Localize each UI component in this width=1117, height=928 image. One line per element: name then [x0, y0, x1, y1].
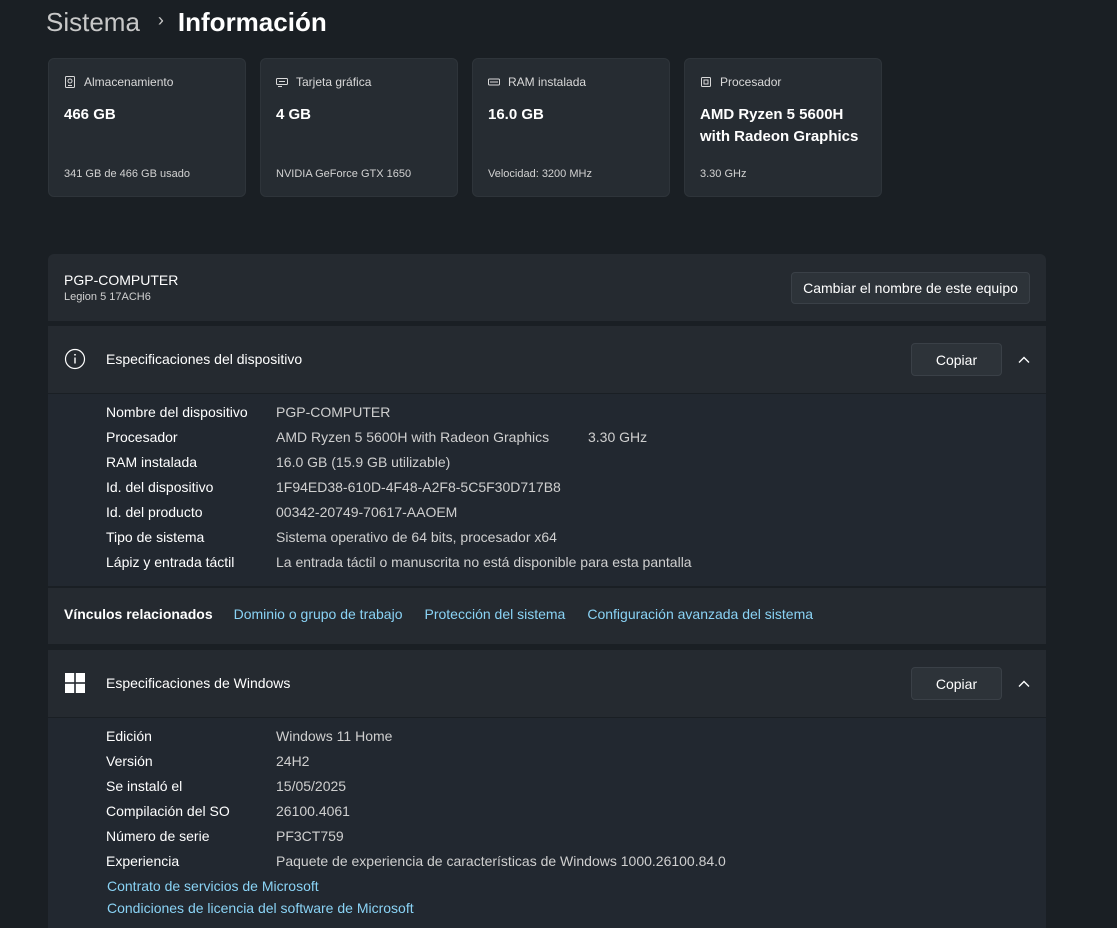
- card-title: Almacenamiento: [84, 75, 174, 89]
- spec-value: 26100.4061: [276, 803, 350, 819]
- spec-value: 16.0 GB (15.9 GB utilizable): [276, 454, 451, 470]
- link-system-protection[interactable]: Protección del sistema: [425, 606, 566, 622]
- spec-value: 15/05/2025: [276, 778, 347, 794]
- device-specs-body: Nombre del dispositivo PGP-COMPUTER Proc…: [48, 394, 1046, 586]
- info-icon: [64, 348, 86, 370]
- ram-icon: [488, 76, 500, 88]
- card-value: 466 GB: [64, 106, 116, 123]
- spec-label: Se instaló el: [106, 778, 183, 794]
- device-name-panel: PGP-COMPUTER Legion 5 17ACH6 Cambiar el …: [48, 254, 1046, 321]
- card-title: Procesador: [720, 75, 782, 89]
- copy-windows-specs-button[interactable]: Copiar: [911, 667, 1002, 700]
- windows-specs-title: Especificaciones de Windows: [106, 675, 291, 691]
- summary-cards: Almacenamiento 466 GB 341 GB de 466 GB u…: [48, 58, 882, 197]
- storage-icon: [64, 76, 76, 88]
- spec-label: Nombre del dispositivo: [106, 404, 248, 420]
- breadcrumb-sistema[interactable]: Sistema: [46, 7, 140, 38]
- spec-label: Id. del dispositivo: [106, 479, 214, 495]
- link-microsoft-services-agreement[interactable]: Contrato de servicios de Microsoft: [107, 878, 319, 894]
- spec-value: Windows 11 Home: [276, 728, 393, 744]
- card-ram: RAM instalada 16.0 GB Velocidad: 3200 MH…: [472, 58, 670, 197]
- link-domain-workgroup[interactable]: Dominio o grupo de trabajo: [234, 606, 403, 622]
- gpu-icon: [276, 76, 288, 88]
- spec-label: Tipo de sistema: [106, 529, 205, 545]
- device-name: PGP-COMPUTER: [64, 272, 179, 288]
- card-value: 16.0 GB: [488, 106, 544, 123]
- card-subtitle: 341 GB de 466 GB usado: [64, 168, 190, 180]
- windows-specs-header[interactable]: Especificaciones de Windows Copiar: [48, 650, 1046, 717]
- card-title: RAM instalada: [508, 75, 587, 89]
- related-links-title: Vínculos relacionados: [64, 606, 213, 622]
- spec-label: Versión: [106, 753, 153, 769]
- spec-value: 00342-20749-70617-AAOEM: [276, 504, 458, 520]
- chevron-up-icon[interactable]: [1018, 353, 1030, 365]
- spec-label: Experiencia: [106, 853, 180, 869]
- link-advanced-system-settings[interactable]: Configuración avanzada del sistema: [587, 606, 813, 622]
- spec-value: 24H2: [276, 753, 310, 769]
- spec-label: Procesador: [106, 429, 178, 445]
- spec-value: AMD Ryzen 5 5600H with Radeon Graphics: [276, 429, 550, 445]
- card-subtitle: Velocidad: 3200 MHz: [488, 168, 592, 180]
- device-specs-title: Especificaciones del dispositivo: [106, 351, 303, 367]
- link-microsoft-license-terms[interactable]: Condiciones de licencia del software de …: [107, 900, 414, 916]
- spec-value: Paquete de experiencia de característica…: [276, 853, 726, 869]
- spec-value: La entrada táctil o manuscrita no está d…: [276, 554, 692, 570]
- copy-device-specs-button[interactable]: Copiar: [911, 343, 1002, 376]
- card-subtitle: NVIDIA GeForce GTX 1650: [276, 168, 412, 180]
- spec-value: PGP-COMPUTER: [276, 404, 391, 420]
- card-gpu: Tarjeta gráfica 4 GB NVIDIA GeForce GTX …: [260, 58, 458, 197]
- spec-value: Sistema operativo de 64 bits, procesador…: [276, 529, 557, 545]
- related-links-bar: Vínculos relacionados Dominio o grupo de…: [48, 588, 1046, 644]
- chevron-up-icon[interactable]: [1018, 677, 1030, 689]
- spec-label: RAM instalada: [106, 454, 198, 470]
- windows-specs-body: Edición Windows 11 Home Versión 24H2 Se …: [48, 718, 1046, 928]
- rename-pc-button[interactable]: Cambiar el nombre de este equipo: [791, 272, 1030, 304]
- device-specs-header[interactable]: Especificaciones del dispositivo Copiar: [48, 326, 1046, 393]
- spec-label: Compilación del SO: [106, 803, 230, 819]
- card-value: 4 GB: [276, 106, 312, 123]
- windows-logo-icon: [64, 672, 86, 694]
- card-storage: Almacenamiento 466 GB 341 GB de 466 GB u…: [48, 58, 246, 197]
- spec-label: Edición: [106, 728, 152, 744]
- spec-value: PF3CT759: [276, 828, 344, 844]
- card-cpu: Procesador AMD Ryzen 5 5600H with Radeon…: [684, 58, 882, 197]
- device-model: Legion 5 17ACH6: [64, 291, 151, 303]
- breadcrumb: Sistema › Información: [46, 4, 327, 40]
- spec-label: Id. del producto: [106, 504, 203, 520]
- card-title: Tarjeta gráfica: [296, 75, 372, 89]
- spec-label: Lápiz y entrada táctil: [106, 554, 235, 570]
- chevron-right-icon: ›: [157, 9, 164, 30]
- spec-extra-value: 3.30 GHz: [588, 429, 648, 445]
- spec-value: 1F94ED38-610D-4F48-A2F8-5C5F30D717B8: [276, 479, 561, 495]
- cpu-icon: [700, 76, 712, 88]
- card-value: AMD Ryzen 5 5600H with Radeon Graphics: [700, 106, 859, 145]
- card-subtitle: 3.30 GHz: [700, 168, 747, 180]
- spec-label: Número de serie: [106, 828, 210, 844]
- page-title: Información: [177, 6, 327, 37]
